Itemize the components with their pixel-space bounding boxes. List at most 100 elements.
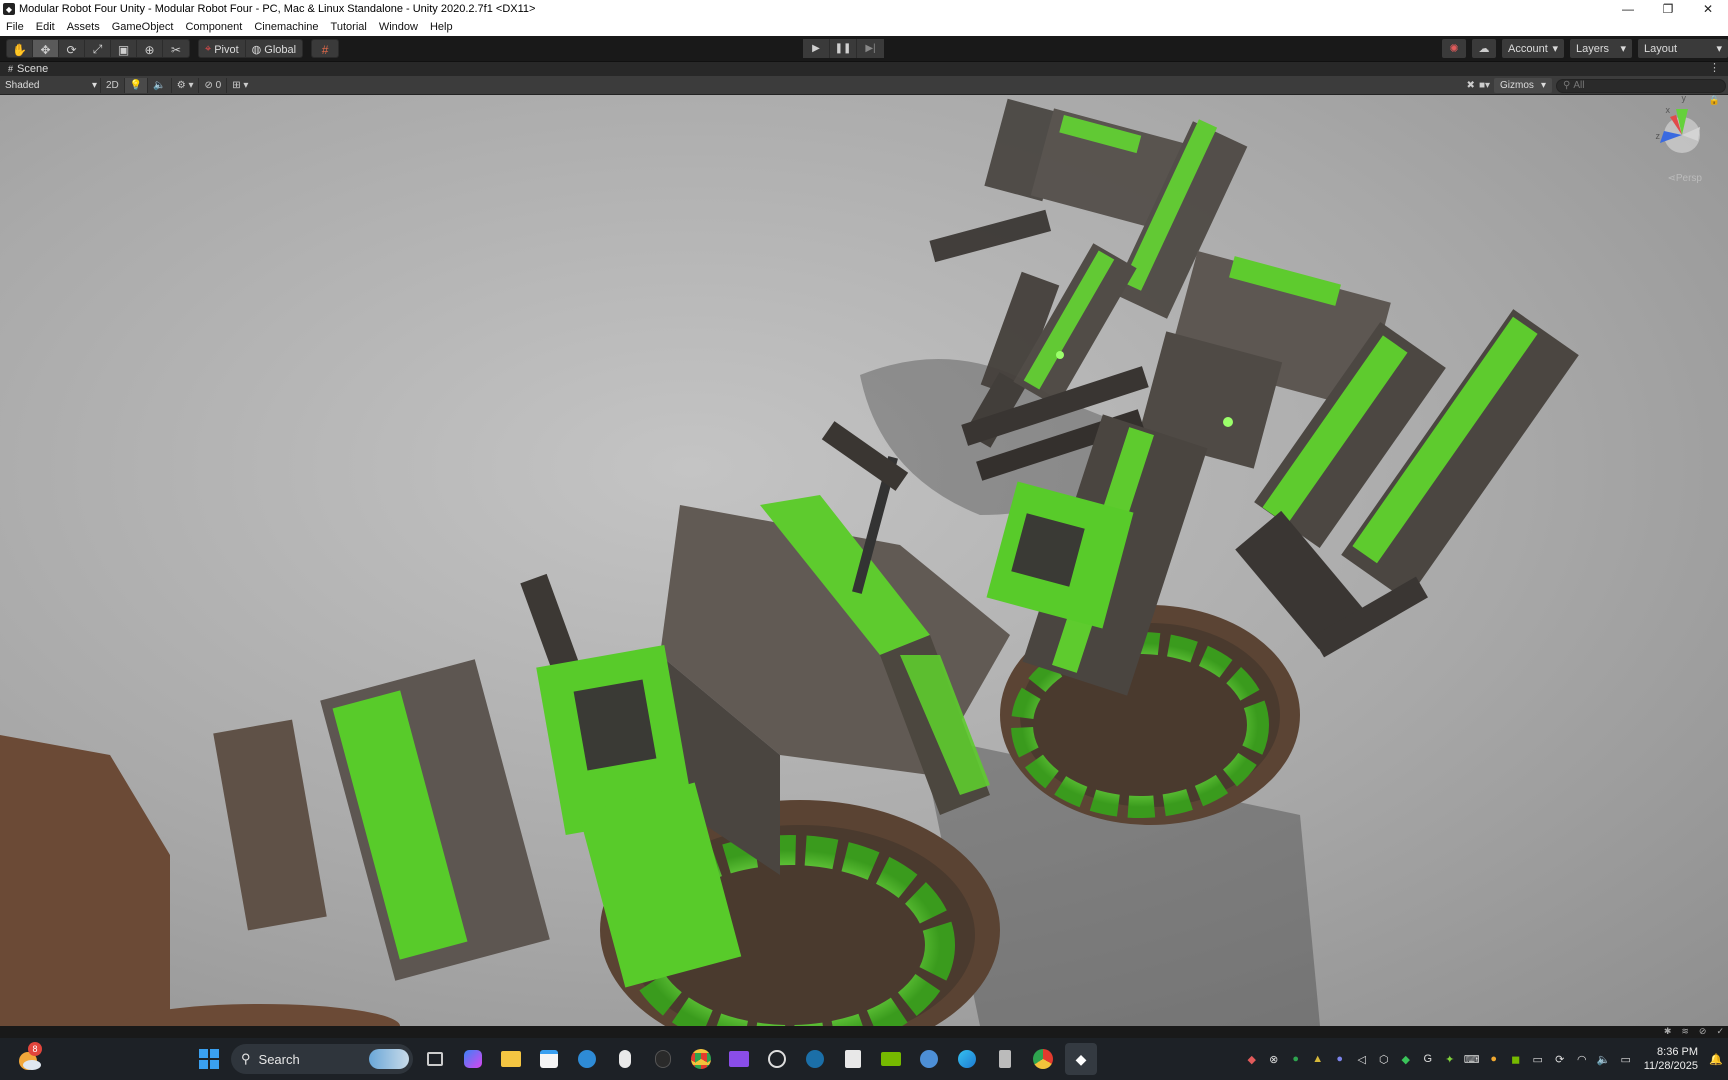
scale-tool-icon[interactable]: ⤢ <box>85 40 111 57</box>
browser-icon[interactable] <box>913 1043 945 1075</box>
grid-toggle-icon[interactable]: ⊞ ▾ <box>226 77 253 93</box>
minimize-icon[interactable]: — <box>1608 2 1648 16</box>
cloud-icon[interactable]: ☁ <box>1472 39 1496 58</box>
tray-leaf-icon[interactable]: ✦ <box>1442 1051 1458 1067</box>
gizmo-axis-y[interactable]: y <box>1682 95 1687 103</box>
tray-app-icon[interactable]: ◆ <box>1244 1051 1260 1067</box>
layers-stack-icon[interactable]: ≋ <box>1681 1026 1689 1037</box>
globe-app-icon[interactable] <box>571 1043 603 1075</box>
custom-tool-icon[interactable]: ✂ <box>163 40 189 57</box>
menu-cinemachine[interactable]: Cinemachine <box>248 21 324 33</box>
notification-bell-icon[interactable]: 🔔 <box>1708 1051 1724 1067</box>
check-icon[interactable]: ✓ <box>1716 1026 1724 1037</box>
close-icon[interactable]: ✕ <box>1688 2 1728 16</box>
alienware-icon[interactable] <box>609 1043 641 1075</box>
volume-icon[interactable]: 🔈 <box>1596 1051 1612 1067</box>
pivot-toggle[interactable]: ⌖ Pivot <box>199 40 246 57</box>
device-icon[interactable] <box>989 1043 1021 1075</box>
lighting-toggle-icon[interactable]: 💡 <box>123 77 148 93</box>
g-icon[interactable]: G <box>1420 1051 1436 1067</box>
task-view-icon[interactable] <box>419 1043 451 1075</box>
steam-icon[interactable] <box>799 1043 831 1075</box>
keyboard-icon[interactable]: ⌨ <box>1464 1051 1480 1067</box>
play-controls: ▶ ❚❚ ▶| <box>803 39 884 58</box>
clapper-icon[interactable] <box>723 1043 755 1075</box>
cube-icon[interactable]: ⬡ <box>1376 1051 1392 1067</box>
maximize-icon[interactable]: ❐ <box>1648 2 1688 16</box>
weather-widget[interactable]: 8 <box>16 1042 42 1072</box>
layout-dropdown[interactable]: Layout ▾ <box>1638 39 1728 58</box>
toggle-2d-button[interactable]: 2D <box>100 77 124 93</box>
menu-help[interactable]: Help <box>424 21 459 33</box>
refresh-icon[interactable]: ⟳ <box>1552 1051 1568 1067</box>
projection-label[interactable]: ⋖Persp <box>1667 173 1702 184</box>
display-icon[interactable]: ▭ <box>1530 1051 1546 1067</box>
audio-toggle-icon[interactable]: 🔈 <box>147 77 170 93</box>
nvidia-tray-icon[interactable]: ◼ <box>1508 1051 1524 1067</box>
xbox-icon[interactable]: ⊗ <box>1266 1051 1282 1067</box>
status-icons: ✱ ≋ ⊘ ✓ <box>1664 1026 1724 1037</box>
more-options-icon[interactable]: ⋮ <box>1709 61 1720 74</box>
menu-file[interactable]: File <box>0 21 30 33</box>
menu-assets[interactable]: Assets <box>61 21 106 33</box>
camera-icon[interactable]: ■▾ <box>1479 80 1490 91</box>
right-toolbar: ✺ ☁ Account ▾ Layers ▾ Layout ▾ <box>1442 39 1728 58</box>
scene-search-input[interactable]: ⚲ All <box>1556 78 1726 93</box>
start-button[interactable] <box>193 1043 225 1075</box>
chevron-down-icon: ▾ <box>1620 43 1626 55</box>
hand-tool-icon[interactable]: ✋ <box>7 40 33 57</box>
gizmo-axis-x[interactable]: x <box>1666 105 1671 115</box>
step-button[interactable]: ▶| <box>857 39 884 58</box>
scene-viewport[interactable]: y x z 🔒 ⋖Persp <box>0 95 1728 1026</box>
clock-time: 8:36 PM <box>1657 1046 1698 1058</box>
account-dropdown[interactable]: Account ▾ <box>1502 39 1564 58</box>
grid-snap-icon[interactable]: # <box>312 40 338 57</box>
gizmos-dropdown[interactable]: Gizmos ▾ <box>1494 78 1552 93</box>
effects-toggle-icon[interactable]: ⚙ ▾ <box>170 77 199 93</box>
lock-icon[interactable]: 🔒 <box>1709 95 1720 106</box>
rect-tool-icon[interactable]: ▣ <box>111 40 137 57</box>
no-network-icon[interactable]: ⊘ <box>1699 1026 1707 1037</box>
copilot-icon[interactable] <box>457 1043 489 1075</box>
chrome-icon[interactable] <box>685 1043 717 1075</box>
rotate-tool-icon[interactable]: ⟳ <box>59 40 85 57</box>
hidden-objects-toggle[interactable]: ⊘ 0 <box>198 77 226 93</box>
menu-window[interactable]: Window <box>373 21 424 33</box>
move-tool-icon[interactable]: ✥ <box>33 40 59 57</box>
green-app-icon[interactable]: ● <box>1288 1051 1304 1067</box>
menu-component[interactable]: Component <box>179 21 248 33</box>
dark-app-icon[interactable] <box>647 1043 679 1075</box>
file-explorer-icon[interactable] <box>495 1043 527 1075</box>
wifi-icon[interactable]: ◠ <box>1574 1051 1590 1067</box>
editor-icon[interactable] <box>837 1043 869 1075</box>
collab-icon[interactable]: ✺ <box>1442 39 1466 58</box>
transform-tool-icon[interactable]: ⊕ <box>137 40 163 57</box>
global-toggle[interactable]: ◍ Global <box>245 40 303 57</box>
bug-icon[interactable]: ✱ <box>1664 1026 1672 1037</box>
unity-taskbar-icon[interactable]: ◆ <box>1065 1043 1097 1075</box>
draw-mode-dropdown[interactable]: Shaded ▾ <box>2 78 100 93</box>
tray-orange-icon[interactable]: ● <box>1486 1051 1502 1067</box>
layers-dropdown[interactable]: Layers ▾ <box>1570 39 1632 58</box>
tray-green-icon[interactable]: ◆ <box>1398 1051 1414 1067</box>
teams-icon[interactable]: ● <box>1332 1051 1348 1067</box>
nvidia-icon[interactable] <box>875 1043 907 1075</box>
chrome-alt-icon[interactable] <box>1027 1043 1059 1075</box>
obs-icon[interactable] <box>761 1043 793 1075</box>
tab-scene[interactable]: # Scene <box>0 63 48 75</box>
pause-button[interactable]: ❚❚ <box>830 39 857 58</box>
grid-icon: # <box>8 64 14 74</box>
ms-store-icon[interactable] <box>533 1043 565 1075</box>
taskbar-search[interactable]: ⚲ Search <box>231 1044 413 1074</box>
gizmo-axis-z[interactable]: z <box>1656 131 1661 141</box>
play-button[interactable]: ▶ <box>803 39 830 58</box>
menu-gameobject[interactable]: GameObject <box>106 21 180 33</box>
edge-icon[interactable] <box>951 1043 983 1075</box>
menu-edit[interactable]: Edit <box>30 21 61 33</box>
battery-icon[interactable]: ▭ <box>1618 1051 1634 1067</box>
menu-tutorial[interactable]: Tutorial <box>325 21 373 33</box>
tray-tool-icon[interactable]: ▲ <box>1310 1051 1326 1067</box>
clock[interactable]: 8:36 PM 11/28/2025 <box>1644 1045 1698 1073</box>
tools-icon[interactable]: ✖ <box>1467 80 1475 91</box>
vs-icon[interactable]: ◁ <box>1354 1051 1370 1067</box>
